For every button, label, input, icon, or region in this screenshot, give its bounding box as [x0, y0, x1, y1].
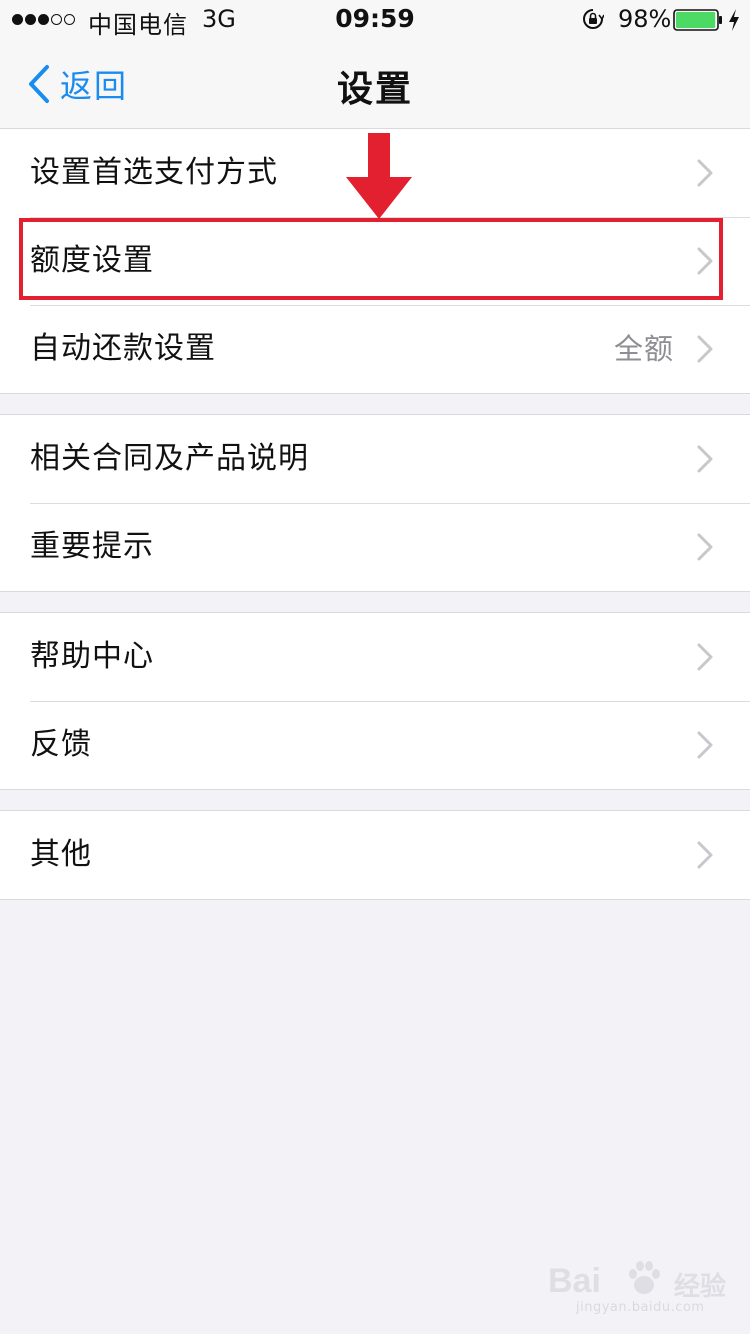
page-title: 设置	[336, 69, 413, 110]
row-important-notice[interactable]: 重要提示	[0, 503, 750, 591]
row-label: 帮助中心	[30, 639, 154, 674]
settings-group-payment: 设置首选支付方式 额度设置 自动还款设置 全额	[0, 128, 750, 394]
row-label: 反馈	[30, 727, 92, 762]
settings-group-info: 相关合同及产品说明 重要提示	[0, 414, 750, 592]
chevron-right-icon	[697, 335, 713, 363]
orientation-lock-icon	[583, 9, 604, 29]
paw-icon	[629, 1261, 660, 1294]
watermark-url: jingyan.baidu.com	[576, 1300, 705, 1315]
row-limit-settings[interactable]: 额度设置	[0, 217, 750, 305]
row-contracts[interactable]: 相关合同及产品说明	[0, 415, 750, 503]
row-value: 全额	[613, 332, 674, 366]
settings-group-other: 其他	[0, 810, 750, 900]
battery-percentage: 98%	[618, 5, 672, 33]
navigation-header: 中国电信 3G 09:59 98% 返回 设置	[0, 0, 750, 129]
row-label: 额度设置	[30, 243, 154, 278]
row-label: 自动还款设置	[30, 331, 216, 366]
chevron-right-icon	[697, 731, 713, 759]
watermark-logo-text: Bai	[548, 1262, 601, 1300]
status-bar: 中国电信 3G 09:59 98%	[0, 0, 750, 40]
row-other[interactable]: 其他	[0, 811, 750, 899]
row-label: 其他	[30, 837, 92, 872]
chevron-right-icon	[697, 159, 713, 187]
row-feedback[interactable]: 反馈	[0, 701, 750, 789]
row-preferred-payment[interactable]: 设置首选支付方式	[0, 129, 750, 217]
charging-bolt-icon	[729, 9, 739, 31]
battery-icon	[673, 9, 722, 31]
chevron-right-icon	[697, 445, 713, 473]
row-auto-repayment[interactable]: 自动还款设置 全额	[0, 305, 750, 393]
row-label: 重要提示	[30, 529, 154, 564]
row-label: 相关合同及产品说明	[30, 441, 309, 476]
settings-group-support: 帮助中心 反馈	[0, 612, 750, 790]
baidu-jingyan-watermark: Bai 经验 jingyan.baidu.com	[548, 1252, 738, 1318]
chevron-right-icon	[697, 841, 713, 869]
chevron-right-icon	[697, 533, 713, 561]
watermark-jingyan: 经验	[674, 1272, 727, 1302]
row-help-center[interactable]: 帮助中心	[0, 613, 750, 701]
chevron-right-icon	[697, 643, 713, 671]
row-label: 设置首选支付方式	[30, 155, 278, 190]
chevron-right-icon	[697, 247, 713, 275]
